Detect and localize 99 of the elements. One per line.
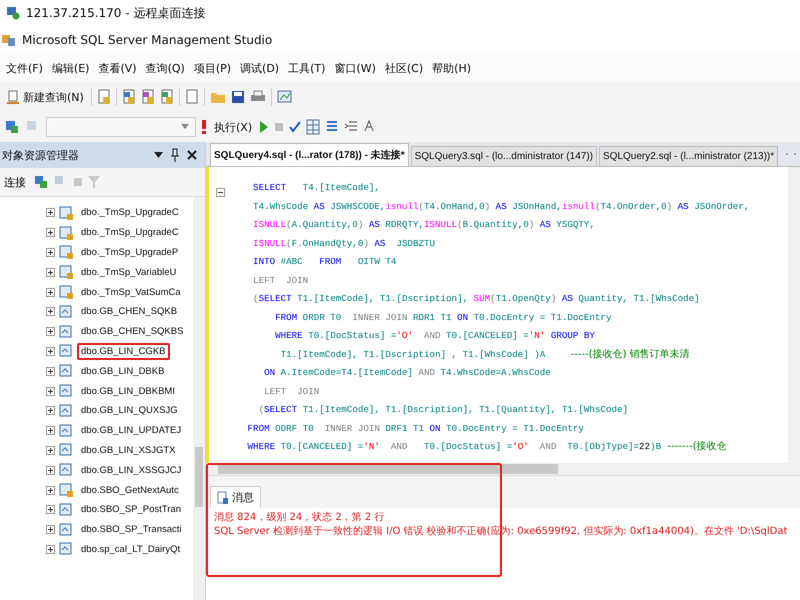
expand-icon[interactable] [46, 288, 55, 297]
document-tab[interactable]: SQLQuery4.sql - (l...rator (178)) - 未连接* [210, 143, 409, 166]
code-line: LEFT JOIN [263, 384, 320, 398]
tree-item[interactable]: dbo._TmSp_UpgradeC [77, 204, 183, 222]
code-line: LEFT JOIN [252, 274, 310, 288]
menu-item[interactable]: 查询(Q) [146, 58, 185, 78]
tree-item[interactable]: dbo.SBO_SP_PostTran [77, 501, 185, 518]
code-line: FROM ORDR T0 INNER JOIN RDR1 T1 ON T0.DocEntry = T1.DocEntry [274, 310, 612, 324]
menu-item[interactable]: 查看(V) [98, 58, 137, 78]
window-title: 121.37.215.170 - 远程桌面连接 [26, 4, 206, 22]
collapse-icon[interactable] [216, 188, 224, 197]
expand-icon[interactable] [46, 228, 55, 238]
tree-item[interactable]: dbo.GB_LIN_DBKB [77, 362, 168, 380]
document-icon[interactable] [184, 89, 199, 105]
document-icon[interactable] [160, 89, 174, 105]
tree-item[interactable]: dbo.GB_LIN_CGKB [77, 342, 170, 360]
tree-item[interactable]: dbo.GB_CHEN_SQKBS [77, 323, 188, 340]
expand-icon[interactable] [46, 525, 55, 534]
menu-item[interactable]: 调试(D) [240, 58, 280, 78]
code-line: (SELECT T1.[ItemCode], T1.[Dscription], SUM(T1.OpenQty) AS Quantity, T1.[WhsCode] [252, 292, 701, 306]
tree-item[interactable]: dbo._TmSp_VariableU [77, 264, 180, 281]
code-editor[interactable] [206, 167, 800, 463]
menu-item[interactable]: 工具(T) [288, 58, 326, 78]
tree-item[interactable]: dbo.GB_LIN_UPDATEJ [77, 422, 186, 440]
chart-icon[interactable] [276, 90, 293, 104]
expand-icon[interactable] [46, 466, 55, 475]
database-icon[interactable] [34, 175, 48, 189]
tree-item[interactable]: dbo._TmSp_UpgradeP [77, 244, 182, 261]
save-icon[interactable] [230, 90, 245, 104]
code-line: ISNULL(A.Quantity,0) AS RDRQTY,ISNULL(B.Quantity,0) AS YSGQTY, [252, 218, 596, 232]
checkmark-icon[interactable] [289, 121, 302, 133]
tree-item[interactable]: dbo.sp_cal_LT_DairyQt [77, 540, 184, 558]
panel-title: 对象资源管理器 [2, 148, 79, 162]
tree-item[interactable]: dbo.SBO_GetNextAutc [77, 482, 183, 499]
expand-icon[interactable] [46, 544, 55, 554]
messages-tab[interactable]: 消息 [210, 486, 261, 508]
code-line: INTO #ABC FROM OITW T4 [252, 255, 398, 269]
document-icon[interactable] [140, 89, 155, 105]
exclamation-icon[interactable] [201, 120, 207, 134]
code-line: (SELECT T1.[ItemCode], T1.[Dscription], T1.[Quantity], T1.[WhsCode] [258, 403, 629, 417]
expand-icon[interactable] [46, 505, 55, 514]
tree-item[interactable]: dbo.GB_LIN_DBKBMI [77, 382, 179, 400]
scrollbar[interactable] [206, 463, 800, 476]
execute-button[interactable]: 执行(X) [212, 118, 254, 136]
code-line: T4.WhsCode AS JSWHSCODE,isnull(T4.OnHand,0) AS JSOnHand,isnull(T4.OnOrder,0) AS JSOnOrder, [252, 200, 750, 214]
menu-item[interactable]: 帮助(H) [432, 58, 472, 78]
scrollbar[interactable] [193, 197, 205, 600]
dropdown-icon[interactable] [154, 152, 163, 158]
connect-button[interactable]: 连接 [2, 172, 28, 192]
code-line: ISNULL(F.OnHandQty,0) AS JSDBZTU [252, 236, 436, 250]
monitor-icon [6, 6, 20, 20]
close-icon[interactable] [187, 150, 197, 160]
new-query-icon [6, 90, 20, 104]
document-tab[interactable]: SQLQuery3.sql - (lo...dministrator (147)) [410, 146, 597, 166]
menu-item[interactable]: 项目(P) [194, 58, 232, 78]
grid-icon[interactable] [306, 119, 320, 135]
error-message: 消息 824，级别 24，状态 2，第 2 行 [214, 511, 386, 525]
menu-item[interactable]: 编辑(E) [52, 58, 90, 78]
play-icon[interactable] [259, 121, 270, 133]
document-tab[interactable]: SQLQuery2.sql - (l...ministrator (213))* [598, 146, 778, 166]
expand-icon[interactable] [46, 446, 55, 455]
tree-item[interactable]: dbo._TmSp_VatSumCa [77, 284, 185, 301]
tree-item[interactable]: dbo._TmSp_UpgradeC [77, 224, 183, 242]
new-query-button[interactable]: 新建查询(N) [4, 88, 86, 106]
code-line: ON A.ItemCode=T4.[ItemCode] AND T4.WhsCode=A.WhsCode [263, 366, 552, 380]
document-icon[interactable] [122, 89, 136, 105]
database-icon[interactable] [4, 119, 20, 135]
expand-icon[interactable] [46, 327, 55, 336]
expand-icon[interactable] [46, 486, 55, 495]
expand-icon[interactable] [46, 208, 55, 218]
app-title: Microsoft SQL Server Management Studio [22, 33, 272, 47]
document-icon[interactable] [96, 89, 111, 105]
tree-item[interactable]: dbo.GB_LIN_XSJGTX [77, 442, 180, 459]
code-line: WHERE T0.[DocStatus] ='O' AND T0.[CANCELED] ='N' GROUP BY [274, 329, 596, 343]
expand-icon[interactable] [46, 307, 55, 316]
message-icon [217, 490, 229, 504]
app-icon [2, 33, 16, 47]
menu-item[interactable]: 文件(F) [6, 58, 43, 78]
menu-item[interactable]: 社区(C) [384, 58, 424, 78]
expand-icon[interactable] [46, 268, 55, 277]
code-line: T1.[ItemCode], T1.[Dscription] , T1.[WhsCode] )A -----(接收仓) 销售订单未清 [280, 348, 691, 362]
caret-icon [181, 124, 189, 130]
tree-item[interactable]: dbo.GB_LIN_QUXSJG [77, 402, 182, 420]
pin-icon[interactable] [171, 148, 179, 162]
expand-icon[interactable] [46, 426, 55, 436]
scrollbar[interactable] [788, 167, 800, 463]
expand-icon[interactable] [46, 406, 55, 416]
expand-icon[interactable] [46, 366, 55, 376]
printer-icon[interactable] [250, 90, 266, 104]
menu-item[interactable]: 窗口(W) [334, 58, 376, 78]
expand-icon[interactable] [46, 248, 55, 257]
expand-icon[interactable] [46, 346, 55, 356]
code-line: FROM ODRF T0 INNER JOIN DRF1 T1 ON T0.DocEntry = T1.DocEntry [246, 422, 585, 436]
tree-item[interactable]: dbo.SBO_SP_Transacti [77, 521, 186, 538]
tree-item[interactable]: dbo.GB_CHEN_SQKB [77, 303, 182, 320]
code-line: WHERE T0.[CANCELED] ='N' AND T0.[DocStatus] ='O' AND T0.[ObjType]=22)B -------(接收仓 [246, 440, 728, 454]
expand-icon[interactable] [46, 386, 55, 396]
tree-item[interactable]: dbo.GB_LIN_XSSGJCJ [77, 462, 186, 479]
code-line: SELECT T4.[ItemCode], [252, 181, 381, 195]
